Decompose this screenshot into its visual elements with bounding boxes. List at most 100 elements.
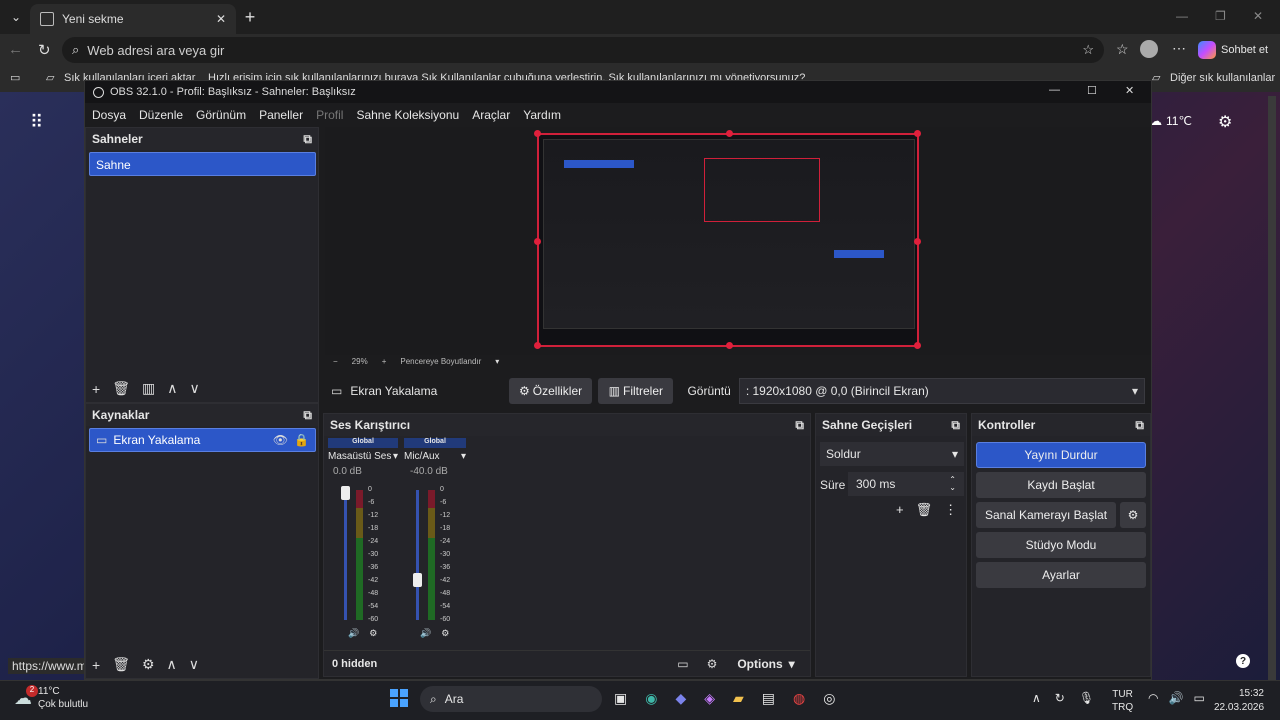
resize-handle[interactable] <box>914 130 921 137</box>
display-select[interactable]: : 1920x1080 @ 0,0 (Birincil Ekran) ▾ <box>738 378 1145 404</box>
settings-button[interactable]: Ayarlar <box>976 562 1146 588</box>
move-up-icon[interactable]: ∧ <box>167 380 177 397</box>
taskbar-search[interactable]: ⌕ Ara <box>420 686 602 712</box>
refresh-icon[interactable]: ↻ <box>38 41 51 59</box>
address-bar[interactable]: ⌕ Web adresi ara veya gir ☆ <box>62 37 1104 63</box>
source-item[interactable]: ▭ Ekran Yakalama 👁 🔒 <box>89 428 316 452</box>
volume-fader-handle[interactable] <box>341 486 350 500</box>
volume-fader-track[interactable] <box>344 490 347 620</box>
store-icon[interactable]: ▤ <box>762 690 775 707</box>
microphone-icon[interactable]: 🎙 <box>1079 691 1094 705</box>
app-launcher-icon[interactable]: ⠿ <box>30 112 43 133</box>
file-explorer-icon[interactable]: ▰ <box>733 690 744 707</box>
edge-icon[interactable]: ◉ <box>645 690 657 707</box>
screen-capture-preview[interactable] <box>534 130 921 349</box>
undock-icon[interactable]: ⧉ <box>951 418 960 433</box>
preview-area[interactable]: − 29% + Pencereye Boyutlandır ▾ <box>325 127 1151 366</box>
add-icon[interactable]: + <box>92 380 100 397</box>
zoom-in-button[interactable]: + <box>382 357 387 366</box>
filter-icon[interactable]: ▥ <box>142 380 155 397</box>
move-down-icon[interactable]: ∨ <box>189 380 199 397</box>
options-button[interactable]: Options ▾ <box>737 657 794 671</box>
add-icon[interactable]: + <box>92 656 100 673</box>
close-browser-icon[interactable]: ✕ <box>1253 9 1263 23</box>
properties-button[interactable]: ⚙ Özellikler <box>509 378 593 404</box>
close-icon[interactable]: ✕ <box>1125 84 1134 97</box>
restore-browser-icon[interactable]: ❐ <box>1215 9 1226 23</box>
filters-button[interactable]: ▥ Filtreler <box>598 378 674 404</box>
visibility-eye-icon[interactable]: 👁 <box>273 433 288 447</box>
menu-help[interactable]: Yardım <box>523 108 561 122</box>
minimize-icon[interactable]: — <box>1049 84 1060 96</box>
zoom-out-button[interactable]: − <box>333 357 338 366</box>
chevron-up-icon[interactable]: ∧ <box>1032 691 1041 705</box>
studio-mode-button[interactable]: Stüdyo Modu <box>976 532 1146 558</box>
resize-handle[interactable] <box>726 342 733 349</box>
scene-item[interactable]: Sahne <box>89 152 316 176</box>
teams-icon[interactable]: ◆ <box>675 690 686 707</box>
menu-scene-collection[interactable]: Sahne Koleksiyonu <box>356 108 459 122</box>
duration-input[interactable]: 300 ms ⌃ ⌄ <box>848 472 964 496</box>
undock-icon[interactable]: ⧉ <box>303 408 312 423</box>
minimize-browser-icon[interactable]: — <box>1176 9 1188 23</box>
move-down-icon[interactable]: ∨ <box>189 656 199 673</box>
chrome-icon[interactable]: ◍ <box>793 690 805 707</box>
channel-name-row[interactable]: Mic/Aux ▾ <box>404 451 466 462</box>
resize-handle[interactable] <box>534 130 541 137</box>
copilot-icon[interactable]: ◈ <box>704 690 715 707</box>
menu-profile[interactable]: Profil <box>316 108 343 122</box>
menu-view[interactable]: Görünüm <box>196 108 246 122</box>
menu-edit[interactable]: Düzenle <box>139 108 183 122</box>
menu-docks[interactable]: Paneller <box>259 108 303 122</box>
stepper-icon[interactable]: ⌃ ⌄ <box>949 476 956 492</box>
undock-icon[interactable]: ⧉ <box>1135 418 1144 433</box>
undock-icon[interactable]: ⧉ <box>795 418 804 433</box>
copilot-button[interactable]: Sohbet et <box>1198 38 1274 62</box>
tab-list-chevron-icon[interactable]: ⌄ <box>8 9 24 25</box>
obs-icon[interactable]: ◎ <box>823 690 835 707</box>
dropdown-icon[interactable]: ▾ <box>495 357 499 366</box>
sidebar-icon[interactable]: ▭ <box>10 71 20 84</box>
back-icon[interactable]: ← <box>8 41 23 58</box>
profile-avatar[interactable] <box>1140 40 1158 58</box>
network-audio-battery[interactable]: ◠ 🔊 ▭ <box>1148 691 1205 705</box>
input-language[interactable]: TUR TRQ <box>1112 688 1133 714</box>
trash-icon[interactable]: 🗑 <box>112 656 130 673</box>
favorites-icon[interactable]: ☆ <box>1116 41 1129 58</box>
volume-fader-track[interactable] <box>416 490 419 620</box>
gear-icon[interactable]: ⚙ <box>142 656 155 673</box>
gear-icon[interactable]: ⚙ <box>441 628 449 639</box>
add-icon[interactable]: + <box>896 502 904 518</box>
menu-file[interactable]: Dosya <box>92 108 126 122</box>
close-tab-icon[interactable]: ✕ <box>216 12 226 26</box>
help-icon[interactable]: ? <box>1236 654 1250 668</box>
speaker-icon[interactable]: 🔊 <box>348 628 359 639</box>
start-icon[interactable] <box>390 689 408 707</box>
lock-icon[interactable]: 🔒 <box>294 433 309 447</box>
gear-icon[interactable]: ⚙ <box>707 657 718 671</box>
start-recording-button[interactable]: Kaydı Başlat <box>976 472 1146 498</box>
transition-type-select[interactable]: Soldur ▾ <box>820 442 964 466</box>
resize-handle[interactable] <box>534 342 541 349</box>
trash-icon[interactable]: 🗑 <box>916 502 933 518</box>
resize-handle[interactable] <box>914 238 921 245</box>
gear-icon[interactable]: ⚙ <box>369 628 377 639</box>
resize-handle[interactable] <box>914 342 921 349</box>
more-menu-icon[interactable]: ⋯ <box>1172 40 1186 57</box>
start-virtual-camera-button[interactable]: Sanal Kamerayı Başlat <box>976 502 1116 528</box>
undock-icon[interactable]: ⧉ <box>303 132 312 147</box>
add-favorite-icon[interactable]: ☆ <box>1082 42 1094 58</box>
sync-icon[interactable]: ↻ <box>1055 691 1065 705</box>
layout-icon[interactable]: ▭ <box>677 657 688 671</box>
settings-gear-icon[interactable]: ⚙ <box>1218 112 1232 132</box>
clock[interactable]: 15:32 22.03.2026 <box>1214 687 1264 715</box>
fit-to-window-label[interactable]: Pencereye Boyutlandır <box>400 357 481 366</box>
page-scrollbar[interactable] <box>1268 96 1276 680</box>
stop-streaming-button[interactable]: Yayını Durdur <box>976 442 1146 468</box>
task-view-icon[interactable]: ▣ <box>614 690 627 707</box>
weather-taskbar-widget[interactable]: ☁ 2 11°C Çok bulutlu <box>14 685 88 711</box>
resize-handle[interactable] <box>726 130 733 137</box>
move-up-icon[interactable]: ∧ <box>167 656 177 673</box>
maximize-icon[interactable]: ☐ <box>1087 84 1097 97</box>
more-icon[interactable]: ⋮ <box>944 502 957 518</box>
